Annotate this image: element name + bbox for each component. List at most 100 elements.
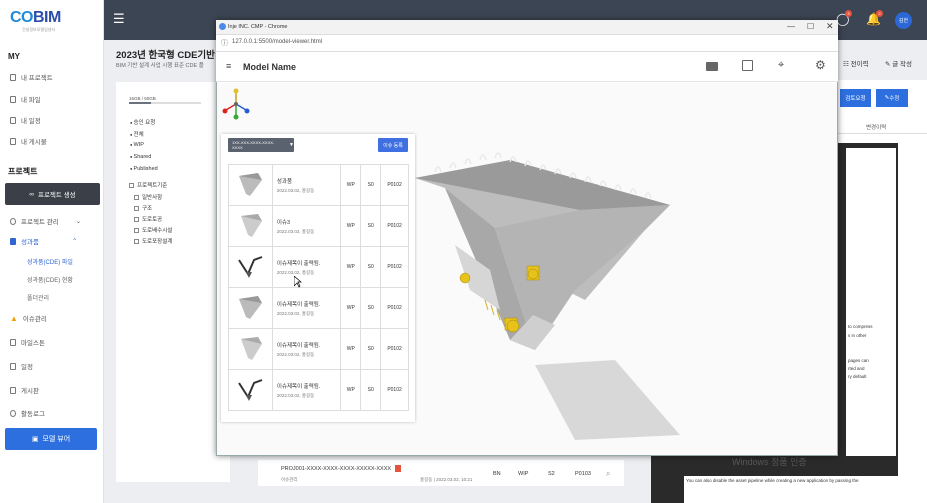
model-name-title: Model Name: [243, 62, 297, 72]
sidebar-item-schedule[interactable]: 일정: [10, 361, 33, 371]
tree-root[interactable]: 프로젝트기준: [129, 181, 167, 189]
review-request-button[interactable]: 검토요청: [840, 89, 871, 107]
pdf-icon: [395, 465, 401, 472]
url-text[interactable]: 127.0.0.1:5500/model-viewer.html: [232, 39, 322, 45]
my-section-label: MY: [8, 52, 20, 61]
row-cell: BN: [493, 471, 501, 477]
minimize-icon[interactable]: —: [787, 22, 795, 31]
sidebar-item-activity-log[interactable]: 활동로그: [10, 408, 45, 418]
issue-row[interactable]: 이슈제목이 출력됨. 2022.03.02, 홍길동 WP S0 P0102: [228, 328, 409, 370]
issue-thumbnail: [228, 164, 273, 206]
change-history-tab[interactable]: 변경이력: [866, 123, 886, 131]
sidebar-subitem-cde-files[interactable]: 성과품(CDE) 파일: [27, 257, 73, 266]
issue-row[interactable]: 이슈제목이 출력됨. 2022.03.02, 홍길동 WP S0 P0102: [228, 287, 409, 329]
brand-logo[interactable]: COBIM: [10, 9, 61, 27]
issue-ref: P0102: [380, 246, 409, 288]
chevron-up-icon: ⌃: [71, 238, 78, 245]
status-option[interactable]: WIP: [130, 142, 144, 148]
issue-row[interactable]: 이슈제목이 출력됨. 2022.03.02, 홍길동 WP S0 P0102: [228, 246, 409, 288]
document-page: [846, 148, 896, 488]
issue-row[interactable]: 성과품 2022.03.02, 홍길동 WP S0 P0102: [228, 164, 409, 206]
issue-row[interactable]: 이슈제목이 출력됨. 2022.03.02, 홍길동 WP S0 P0102: [228, 369, 409, 411]
row-cell: S2: [548, 471, 555, 477]
tree-item[interactable]: 구조: [134, 204, 152, 212]
issue-ref: P0102: [380, 369, 409, 411]
tree-item[interactable]: 일반사항: [134, 193, 162, 201]
issue-title: 이슈제목이 출력됨.: [276, 342, 321, 349]
menu-icon[interactable]: ≡: [226, 61, 231, 71]
issue-status: WP: [340, 328, 362, 370]
browser-title-bar[interactable]: [216, 20, 838, 35]
create-project-button[interactable]: ∞ 프로젝트 생성: [5, 183, 100, 205]
doc-line: to compress: [848, 324, 873, 329]
edit-button[interactable]: ✎ 수정: [876, 89, 908, 107]
storage-bar-fill: [129, 102, 151, 104]
avatar[interactable]: 김한: [895, 12, 912, 29]
gear-icon[interactable]: ⚙: [815, 58, 826, 72]
issue-title: 이슈제목이 출력됨.: [276, 383, 321, 390]
history-icon: ☷: [843, 61, 851, 68]
history-link[interactable]: ☷ 전이력: [843, 58, 869, 68]
clock-icon: [10, 409, 16, 417]
issue-code: S0: [360, 369, 382, 411]
sidebar-item-project-management[interactable]: 프로젝트 관리 ⌄: [10, 216, 81, 226]
status-option[interactable]: Shared: [130, 154, 152, 160]
hamburger-icon[interactable]: ☰: [113, 11, 125, 27]
status-option[interactable]: 승인 요청: [130, 118, 156, 126]
row-cell: WIP: [518, 471, 529, 477]
issue-table: 성과품 2022.03.02, 홍길동 WP S0 P0102 이슈3 2022.0…: [228, 164, 409, 411]
issue-date: 2022.03.02, 홍길동: [276, 310, 315, 316]
sidebar-subitem-folder-management[interactable]: 폴더관리: [27, 293, 49, 302]
phase-select[interactable]: 1XX-XXX-XXXX-XXXX-XXXX ▼: [228, 138, 294, 152]
issue-title: 이슈제목이 출력됨.: [276, 301, 321, 308]
focus-icon[interactable]: ⌖: [778, 59, 784, 72]
info-icon[interactable]: ⓘ: [221, 38, 228, 48]
sidebar-item-deliverables[interactable]: 성과품 ⌃: [10, 236, 77, 246]
status-option[interactable]: Published: [130, 166, 158, 172]
sidebar-item-my-files[interactable]: 내 파일: [10, 94, 41, 104]
status-option[interactable]: 전체: [130, 130, 144, 138]
issue-code: S0: [360, 328, 382, 370]
storage-text: 15GB / 50GB: [129, 96, 156, 101]
tree-item[interactable]: 도로포장설계: [134, 237, 172, 245]
close-icon[interactable]: ✕: [826, 21, 834, 32]
page-subtitle: BIM 기반 설계 사업 시행 표준 CDE 플: [116, 63, 204, 69]
issue-title: 이슈제목이 출력됨.: [276, 260, 321, 267]
sidebar-item-milestone[interactable]: 마일스톤: [10, 337, 45, 347]
chrome-icon: [219, 23, 226, 30]
issue-thumbnail: [228, 246, 273, 288]
bridge-pier-model[interactable]: [415, 150, 685, 455]
write-link[interactable]: ✎ 글 작성: [885, 58, 912, 68]
notification-badge: 2: [876, 10, 883, 17]
sidebar-item-issues[interactable]: ▲ 이슈관리: [10, 313, 47, 324]
issue-thumbnail: [228, 328, 273, 370]
gear-icon: [10, 217, 16, 225]
issue-code: S0: [360, 246, 382, 288]
doc-bottom-text: You can also disable the asset pipeline …: [684, 476, 898, 503]
issue-thumbnail: [228, 287, 273, 329]
milestone-icon: [10, 338, 16, 346]
issue-date: 2022.03.02, 홍길동: [276, 392, 315, 398]
sidebar-item-my-schedule[interactable]: 내 일정: [10, 115, 41, 125]
chart-icon[interactable]: [742, 60, 753, 71]
issue-code: S0: [360, 205, 382, 247]
register-issue-button[interactable]: 이슈 등록: [378, 138, 408, 152]
calendar-icon: [10, 362, 16, 370]
warning-icon: ▲: [10, 313, 18, 323]
sidebar-item-my-posts[interactable]: 내 게시물: [10, 136, 47, 146]
axis-gizmo-icon[interactable]: [220, 86, 252, 122]
search-icon[interactable]: ⌕: [606, 469, 610, 479]
sidebar-subitem-cde-status[interactable]: 성과품(CDE) 현황: [27, 275, 73, 284]
tree-item[interactable]: 도로토공: [134, 215, 162, 223]
sidebar-item-board[interactable]: 게시판: [10, 385, 39, 395]
issue-row[interactable]: 이슈3 2022.03.02, 홍길동 WP S0 P0102: [228, 205, 409, 247]
tree-item[interactable]: 도로배수시설: [134, 226, 172, 234]
link-icon: ∞: [29, 190, 34, 198]
maximize-icon[interactable]: ☐: [807, 22, 814, 31]
sidebar-item-my-projects[interactable]: 내 프로젝트: [10, 72, 53, 82]
folder-icon[interactable]: [706, 62, 718, 71]
issue-status: WP: [340, 287, 362, 329]
storage-bar: [129, 102, 201, 104]
model-viewer-button[interactable]: ▣ 모델 뷰어: [5, 428, 97, 450]
issue-thumbnail: [228, 205, 273, 247]
